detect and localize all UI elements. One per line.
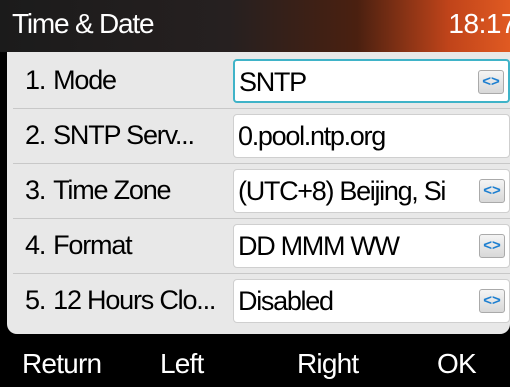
left-right-arrows-icon[interactable]: <>: [479, 234, 505, 258]
item-number: 3.: [25, 175, 46, 205]
menu-item-12-hours-clock[interactable]: 5. 12 Hours Clo... Disabled <>: [13, 274, 510, 329]
settings-list: 1. Mode SNTP <> 2. SNTP Serv... 0.pool.ntp…: [7, 52, 510, 334]
item-number: 4.: [25, 230, 46, 260]
menu-item-mode[interactable]: 1. Mode SNTP <>: [13, 54, 510, 109]
item-label: Mode: [53, 65, 117, 95]
menu-item-label: 3. Time Zone: [25, 175, 233, 206]
clock: 18:17: [448, 8, 510, 39]
softkey-bar: Return Left Right OK: [0, 340, 510, 387]
sntp-server-field[interactable]: 0.pool.ntp.org: [233, 114, 510, 158]
left-right-arrows-icon[interactable]: <>: [479, 179, 505, 203]
item-label: 12 Hours Clo...: [53, 285, 216, 315]
12-hours-clock-select[interactable]: Disabled <>: [233, 279, 510, 323]
menu-item-sntp-server[interactable]: 2. SNTP Serv... 0.pool.ntp.org: [13, 109, 510, 164]
right-softkey[interactable]: Right: [297, 348, 359, 380]
item-label: SNTP Serv...: [53, 120, 195, 150]
format-select[interactable]: DD MMM WW <>: [233, 224, 510, 268]
menu-item-label: 4. Format: [25, 230, 233, 261]
left-right-arrows-icon[interactable]: <>: [478, 70, 504, 94]
item-number: 1.: [25, 65, 46, 95]
12-hours-clock-value: Disabled: [238, 286, 334, 316]
menu-item-label: 2. SNTP Serv...: [25, 120, 233, 151]
page-title: Time & Date: [12, 8, 155, 39]
sntp-server-value: 0.pool.ntp.org: [238, 121, 386, 151]
menu-item-time-zone[interactable]: 3. Time Zone (UTC+8) Beijing, Si <>: [13, 164, 510, 219]
title-bar: Time & Date 18:17: [0, 0, 510, 52]
left-softkey[interactable]: Left: [160, 348, 204, 380]
left-right-arrows-icon[interactable]: <>: [479, 289, 505, 313]
menu-item-label: 1. Mode: [25, 65, 233, 96]
ok-softkey[interactable]: OK: [437, 348, 477, 380]
menu-item-label: 5. 12 Hours Clo...: [25, 285, 233, 316]
mode-value: SNTP: [239, 67, 307, 97]
mode-select[interactable]: SNTP <>: [233, 59, 510, 103]
menu-item-format[interactable]: 4. Format DD MMM WW <>: [13, 219, 510, 274]
time-zone-select[interactable]: (UTC+8) Beijing, Si <>: [233, 169, 510, 213]
item-label: Format: [53, 230, 133, 260]
item-number: 2.: [25, 120, 46, 150]
format-value: DD MMM WW: [238, 231, 400, 261]
item-label: Time Zone: [53, 175, 171, 205]
return-softkey[interactable]: Return: [22, 348, 102, 380]
time-zone-value: (UTC+8) Beijing, Si: [238, 176, 446, 206]
item-number: 5.: [25, 285, 46, 315]
